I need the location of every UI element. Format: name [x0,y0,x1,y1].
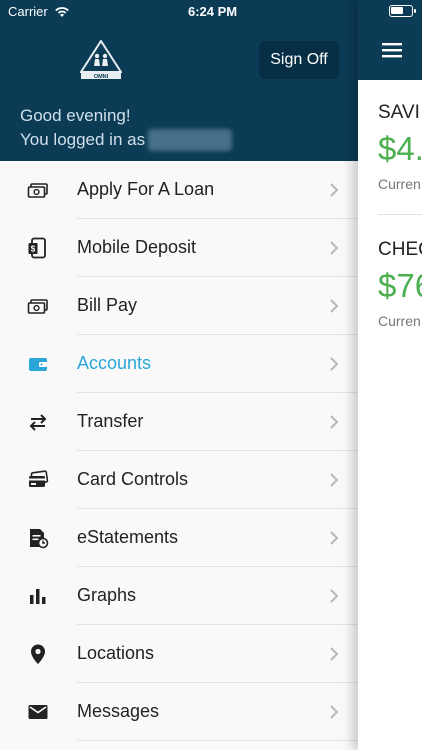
menu-item-transfer[interactable]: Transfer [0,393,358,451]
mail-icon [28,705,48,719]
menu-item-locations[interactable]: Locations [0,625,358,683]
main-top-bar [358,0,422,80]
chevron-right-icon [330,647,339,661]
side-menu: Apply For A Loan $ Mobile Deposit Bill P… [0,161,358,750]
main-panel[interactable]: SAVI $4. Curren CHEC $76 Curren [358,0,422,750]
menu-item-label: Locations [77,643,155,663]
hamburger-menu-icon[interactable] [382,42,402,58]
logged-in-as-label: You logged in as [20,130,146,149]
account-name: CHEC [378,239,422,260]
menu-item-label: Graphs [77,585,137,605]
cash-icon [27,183,48,198]
chevron-right-icon [330,299,339,313]
divider [378,214,422,215]
chevron-right-icon [330,705,339,719]
redacted-username [148,129,233,151]
location-pin-icon [31,644,45,664]
menu-item-mobile-deposit[interactable]: $ Mobile Deposit [0,219,358,277]
sign-off-button[interactable]: Sign Off [259,41,339,79]
battery-icon [389,5,416,17]
menu-item-accounts[interactable]: Accounts [0,335,358,393]
cash-icon [27,299,48,314]
menu-item-label: Accounts [77,353,152,373]
logo-text: OMNI [94,74,109,80]
chevron-right-icon [330,473,339,487]
menu-item-messages[interactable]: Messages [0,683,358,741]
account-balance: $4. [378,130,422,167]
menu-item-label: Card Controls [77,469,189,489]
greeting-line: Good evening! [20,106,131,125]
chevron-right-icon [330,357,339,371]
menu-item-graphs[interactable]: Graphs [0,567,358,625]
menu-item-label: Apply For A Loan [77,179,215,199]
chevron-right-icon [330,589,339,603]
wifi-icon [54,6,69,17]
menu-item-label: Mobile Deposit [77,237,197,257]
chevron-right-icon [330,415,339,429]
bar-chart-icon [30,589,46,604]
chevron-right-icon [330,531,339,545]
account-name: SAVI [378,102,420,123]
menu-item-label: Transfer [77,411,144,431]
statement-icon [30,529,49,549]
omni-logo: OMNI [80,40,122,80]
transfer-arrows-icon [29,414,47,431]
menu-item-apply-for-a-loan[interactable]: Apply For A Loan [0,161,358,219]
chevron-right-icon [330,241,339,255]
account-sublabel: Curren [378,313,421,329]
account-card-savings[interactable]: SAVI $4. Curren [378,102,422,192]
drawer-header: Carrier 6:24 PM OMNI Sign Off Good eveni… [0,0,358,161]
account-sublabel: Curren [378,176,421,192]
menu-item-estatements[interactable]: eStatements [0,509,358,567]
mobile-deposit-icon: $ [28,237,46,259]
greeting: Good evening! You logged in as [20,104,233,152]
credit-card-icon [29,470,49,487]
menu-item-label: eStatements [77,527,179,547]
status-carrier: Carrier [8,4,70,19]
menu-item-bill-pay[interactable]: Bill Pay [0,277,358,335]
menu-item-label: Messages [77,701,160,721]
account-balance: $76 [378,267,422,304]
status-time: 6:24 PM [188,4,238,19]
wallet-icon [29,358,47,371]
account-card-checking[interactable]: CHEC $76 Curren [378,239,422,329]
carrier-label: Carrier [8,4,48,19]
menu-item-label: Bill Pay [77,295,138,315]
svg-text:$: $ [31,245,36,254]
chevron-right-icon [330,183,339,197]
menu-item-card-controls[interactable]: Card Controls [0,451,358,509]
